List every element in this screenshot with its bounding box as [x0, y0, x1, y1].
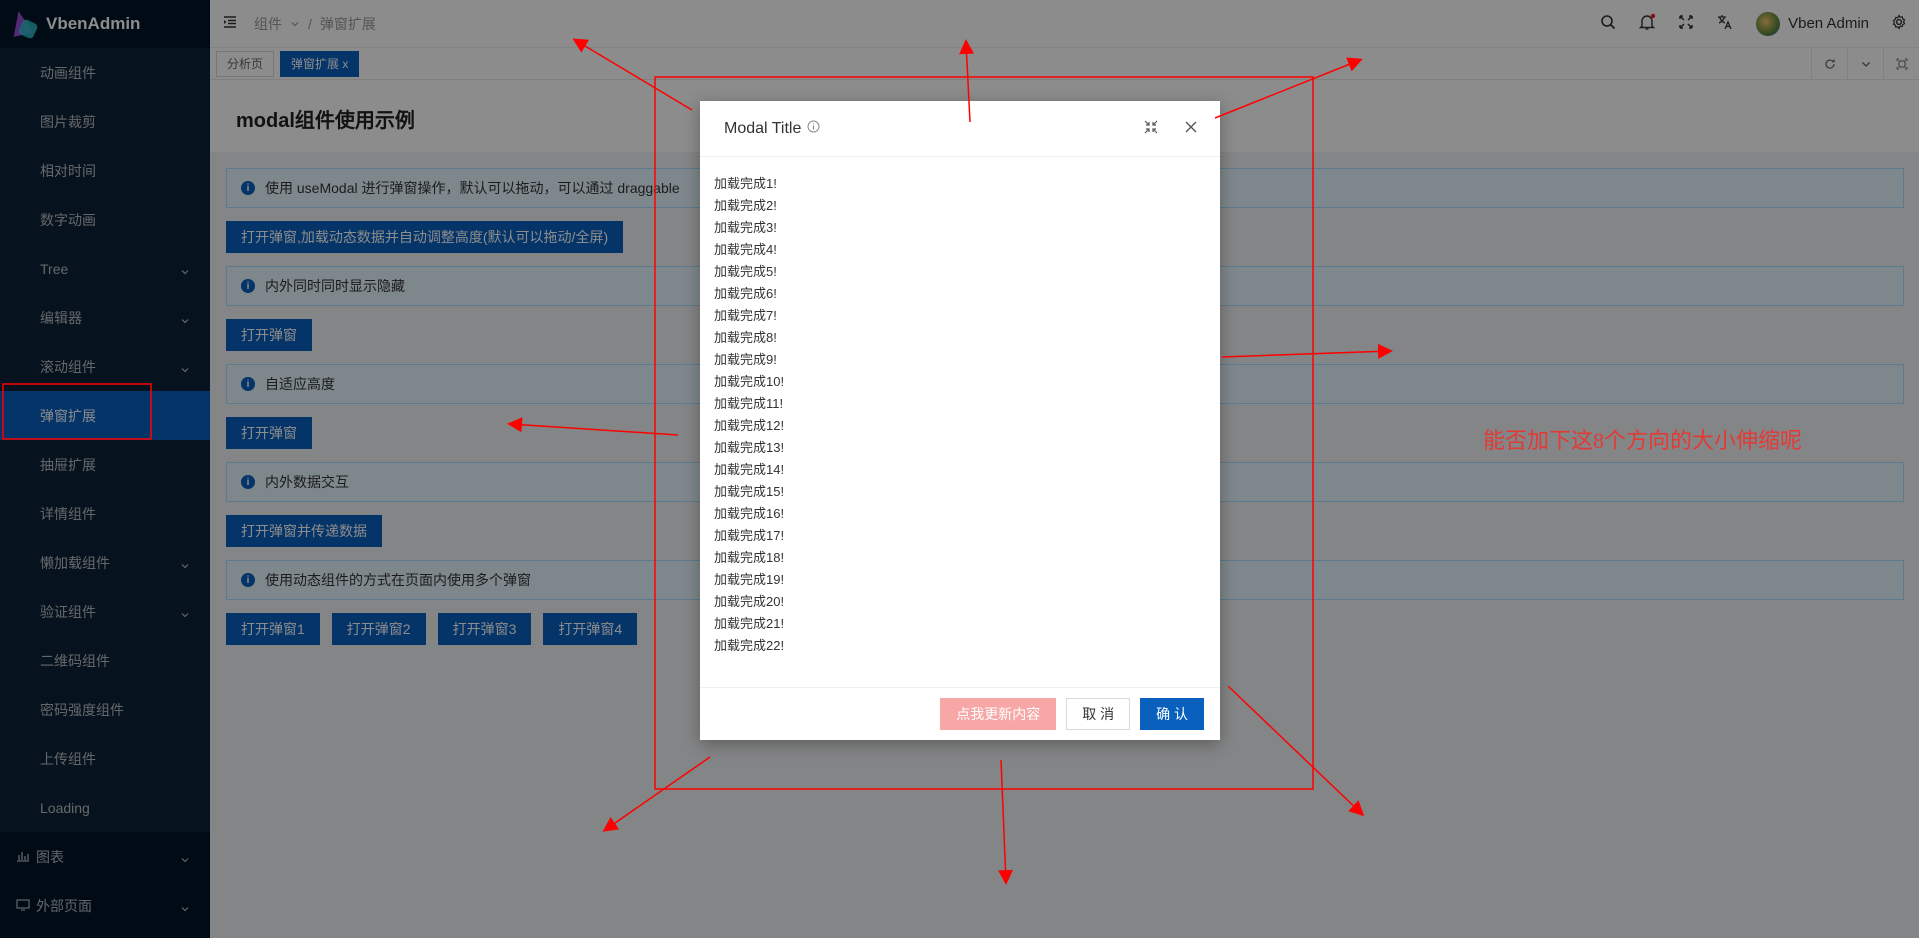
- modal-body-line: 加载完成6!: [714, 286, 777, 301]
- modal-body-line: 加载完成18!: [714, 550, 785, 565]
- annotation-text: 能否加下这8个方向的大小伸缩呢: [1483, 428, 1803, 453]
- modal-body-line: 加载完成8!: [714, 330, 777, 345]
- modal-body-line: 加载完成20!: [714, 594, 785, 609]
- modal-body-line: 加载完成5!: [714, 264, 777, 279]
- modal-body-line: 加载完成3!: [714, 220, 777, 235]
- modal-body-line: 加载完成9!: [714, 352, 777, 367]
- modal-body-line: 加载完成1!: [714, 176, 777, 191]
- modal-body-line: 加载完成17!: [714, 528, 785, 543]
- close-icon[interactable]: [1184, 120, 1198, 137]
- modal-body-line: 加载完成21!: [714, 616, 785, 631]
- modal-body-line: 加载完成15!: [714, 484, 785, 499]
- modal-body-line: 加载完成16!: [714, 506, 785, 521]
- cancel-button[interactable]: 取 消: [1066, 698, 1131, 730]
- modal-body-line: 加载完成11!: [714, 396, 784, 411]
- modal-body-line: 加载完成14!: [714, 462, 785, 477]
- modal-body: 加载完成1! 加载完成2! 加载完成3! 加载完成4! 加载完成5! 加载完成6! 加载完成…: [700, 157, 1220, 687]
- info-circle-icon[interactable]: [807, 120, 820, 138]
- modal-title: Modal Title: [724, 119, 802, 137]
- modal-dialog: Modal Title 加载完成1! 加载完成2! 加载完成3! 加载完成4! 加载完成…: [700, 101, 1220, 740]
- fullscreen-exit-icon[interactable]: [1144, 120, 1158, 137]
- modal-body-line: 加载完成10!: [714, 374, 785, 389]
- modal-body-line: 加载完成2!: [714, 198, 777, 213]
- confirm-button[interactable]: 确 认: [1140, 698, 1204, 730]
- modal-body-line: 加载完成12!: [714, 418, 785, 433]
- modal-body-line: 加载完成19!: [714, 572, 785, 587]
- update-content-button[interactable]: 点我更新内容: [940, 698, 1057, 730]
- modal-header[interactable]: Modal Title: [700, 101, 1220, 157]
- modal-footer: 点我更新内容 取 消 确 认: [700, 687, 1220, 740]
- modal-body-line: 加载完成4!: [714, 242, 777, 257]
- modal-body-line: 加载完成22!: [714, 638, 785, 653]
- modal-body-line: 加载完成13!: [714, 440, 785, 455]
- modal-body-line: 加载完成7!: [714, 308, 777, 323]
